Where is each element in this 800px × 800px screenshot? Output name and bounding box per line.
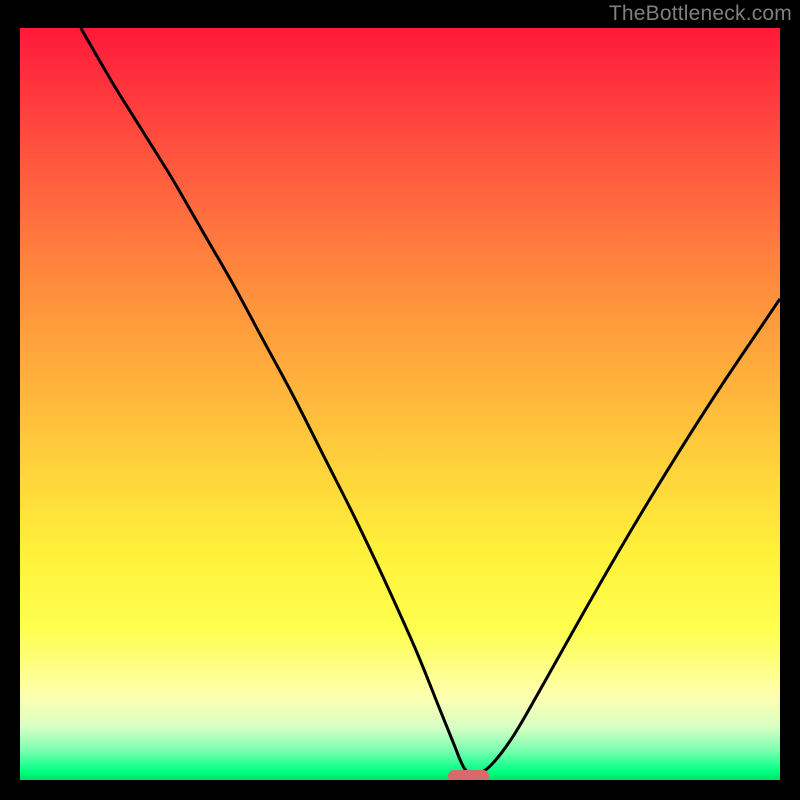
optimum-marker: [448, 770, 490, 781]
plot-area: [20, 28, 780, 780]
curve-svg: [20, 28, 780, 780]
chart-frame: TheBottleneck.com: [0, 0, 800, 800]
bottleneck-curve: [81, 28, 780, 774]
watermark-label: TheBottleneck.com: [609, 2, 792, 26]
